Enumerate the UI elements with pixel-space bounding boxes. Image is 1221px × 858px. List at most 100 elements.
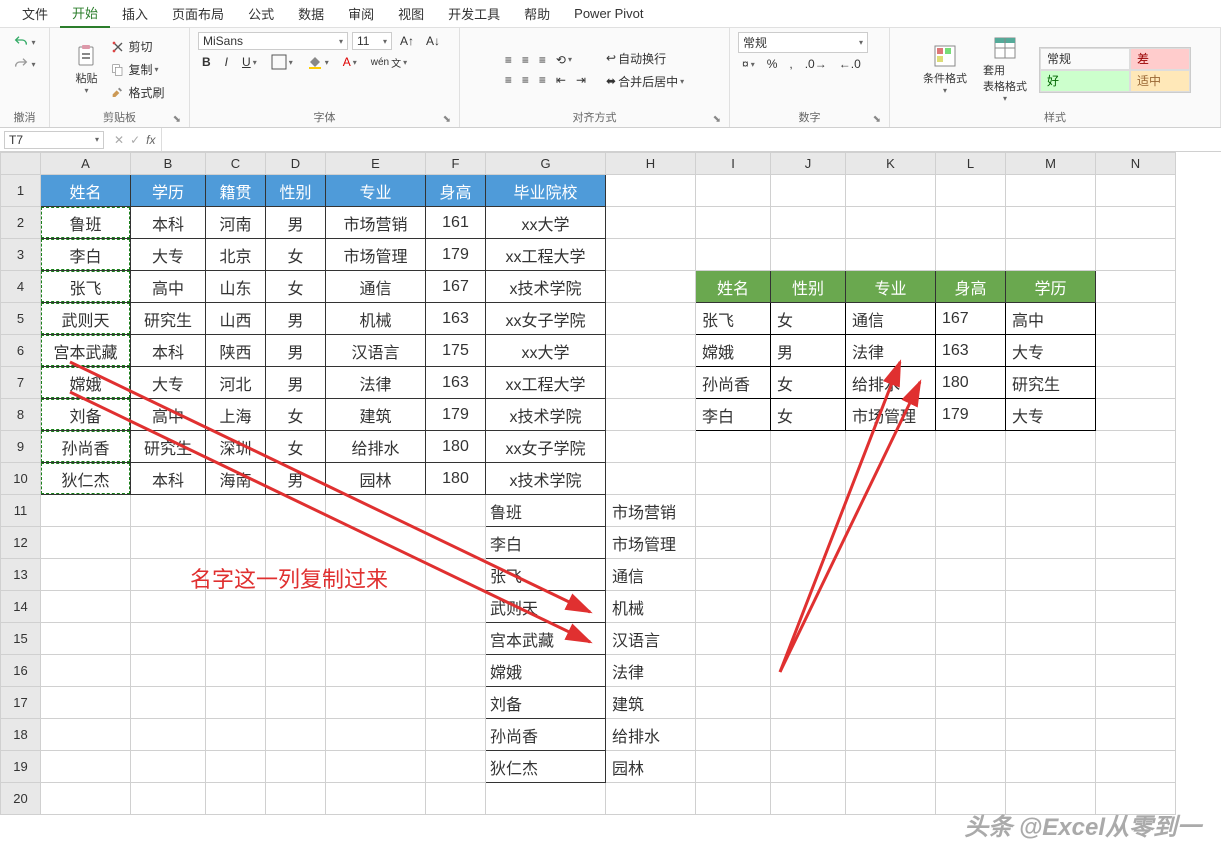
wrap-text-button[interactable]: ↩自动换行 bbox=[602, 48, 688, 69]
cell-L15[interactable] bbox=[936, 623, 1006, 655]
cell-D15[interactable] bbox=[266, 623, 326, 655]
style-good[interactable]: 好 bbox=[1040, 70, 1130, 92]
cell-G19[interactable]: 狄仁杰 bbox=[486, 751, 606, 783]
align-left-button[interactable]: ≡ bbox=[501, 71, 516, 89]
cell-C10[interactable]: 海南 bbox=[206, 463, 266, 495]
cell-N11[interactable] bbox=[1096, 495, 1176, 527]
style-normal[interactable]: 常规 bbox=[1040, 48, 1130, 70]
col-head-D[interactable]: D bbox=[266, 153, 326, 175]
cell-F14[interactable] bbox=[426, 591, 486, 623]
cell-D18[interactable] bbox=[266, 719, 326, 751]
select-all-corner[interactable] bbox=[1, 153, 41, 175]
cell-M2[interactable] bbox=[1006, 207, 1096, 239]
cell-G20[interactable] bbox=[486, 783, 606, 815]
cell-I10[interactable] bbox=[696, 463, 771, 495]
cell-L12[interactable] bbox=[936, 527, 1006, 559]
cell-M9[interactable] bbox=[1006, 431, 1096, 463]
cell-B20[interactable] bbox=[131, 783, 206, 815]
cell-M1[interactable] bbox=[1006, 175, 1096, 207]
cell-I4[interactable]: 姓名 bbox=[696, 271, 771, 303]
cell-D11[interactable] bbox=[266, 495, 326, 527]
cell-M12[interactable] bbox=[1006, 527, 1096, 559]
cell-K19[interactable] bbox=[846, 751, 936, 783]
cell-H1[interactable] bbox=[606, 175, 696, 207]
cell-F8[interactable]: 179 bbox=[426, 399, 486, 431]
cell-A20[interactable] bbox=[41, 783, 131, 815]
cell-J5[interactable]: 女 bbox=[771, 303, 846, 335]
cell-C17[interactable] bbox=[206, 687, 266, 719]
cell-A8[interactable]: 刘备 bbox=[41, 399, 131, 431]
cell-N13[interactable] bbox=[1096, 559, 1176, 591]
col-head-H[interactable]: H bbox=[606, 153, 696, 175]
row-head-20[interactable]: 20 bbox=[1, 783, 41, 815]
cell-L6[interactable]: 163 bbox=[936, 335, 1006, 367]
worksheet-grid[interactable]: ABCDEFGHIJKLMN1姓名学历籍贯性别专业身高毕业院校2鲁班本科河南男市… bbox=[0, 152, 1221, 852]
paste-button[interactable]: 粘贴▾ bbox=[70, 40, 102, 99]
cell-I15[interactable] bbox=[696, 623, 771, 655]
cell-H15[interactable]: 汉语言 bbox=[606, 623, 696, 655]
row-head-6[interactable]: 6 bbox=[1, 335, 41, 367]
cell-D4[interactable]: 女 bbox=[266, 271, 326, 303]
cell-F1[interactable]: 身高 bbox=[426, 175, 486, 207]
cell-A12[interactable] bbox=[41, 527, 131, 559]
cell-N8[interactable] bbox=[1096, 399, 1176, 431]
cell-F2[interactable]: 161 bbox=[426, 207, 486, 239]
cell-L8[interactable]: 179 bbox=[936, 399, 1006, 431]
cell-F9[interactable]: 180 bbox=[426, 431, 486, 463]
cell-D3[interactable]: 女 bbox=[266, 239, 326, 271]
cell-C16[interactable] bbox=[206, 655, 266, 687]
tab-layout[interactable]: 页面布局 bbox=[160, 0, 236, 27]
cell-H10[interactable] bbox=[606, 463, 696, 495]
decrease-font-button[interactable]: A↓ bbox=[422, 32, 444, 50]
cell-I2[interactable] bbox=[696, 207, 771, 239]
col-head-N[interactable]: N bbox=[1096, 153, 1176, 175]
cell-H20[interactable] bbox=[606, 783, 696, 815]
cell-K9[interactable] bbox=[846, 431, 936, 463]
cell-L13[interactable] bbox=[936, 559, 1006, 591]
cell-H6[interactable] bbox=[606, 335, 696, 367]
cell-C14[interactable] bbox=[206, 591, 266, 623]
copy-button[interactable]: 复制▾ bbox=[106, 59, 168, 80]
cell-N7[interactable] bbox=[1096, 367, 1176, 399]
cell-J8[interactable]: 女 bbox=[771, 399, 846, 431]
number-format-combo[interactable]: 常规▾ bbox=[738, 32, 868, 53]
col-head-C[interactable]: C bbox=[206, 153, 266, 175]
cell-H9[interactable] bbox=[606, 431, 696, 463]
cell-N12[interactable] bbox=[1096, 527, 1176, 559]
cell-B15[interactable] bbox=[131, 623, 206, 655]
cell-G6[interactable]: xx大学 bbox=[486, 335, 606, 367]
cell-C15[interactable] bbox=[206, 623, 266, 655]
cell-L9[interactable] bbox=[936, 431, 1006, 463]
cell-K18[interactable] bbox=[846, 719, 936, 751]
cell-H2[interactable] bbox=[606, 207, 696, 239]
align-right-button[interactable]: ≡ bbox=[535, 71, 550, 89]
row-head-4[interactable]: 4 bbox=[1, 271, 41, 303]
cell-B17[interactable] bbox=[131, 687, 206, 719]
cell-C9[interactable]: 深圳 bbox=[206, 431, 266, 463]
cell-H8[interactable] bbox=[606, 399, 696, 431]
cell-styles-gallery[interactable]: 常规 差 好 适中 bbox=[1039, 47, 1191, 93]
formula-input[interactable] bbox=[161, 128, 1221, 151]
cell-G9[interactable]: xx女子学院 bbox=[486, 431, 606, 463]
cell-E17[interactable] bbox=[326, 687, 426, 719]
name-box[interactable]: T7▾ bbox=[4, 131, 104, 149]
cell-M18[interactable] bbox=[1006, 719, 1096, 751]
align-bottom-button[interactable]: ≡ bbox=[535, 51, 550, 69]
cell-L7[interactable]: 180 bbox=[936, 367, 1006, 399]
align-center-button[interactable]: ≡ bbox=[518, 71, 533, 89]
cell-F10[interactable]: 180 bbox=[426, 463, 486, 495]
cell-L19[interactable] bbox=[936, 751, 1006, 783]
cell-D10[interactable]: 男 bbox=[266, 463, 326, 495]
underline-button[interactable]: U▾ bbox=[238, 53, 261, 71]
row-head-15[interactable]: 15 bbox=[1, 623, 41, 655]
cell-J20[interactable] bbox=[771, 783, 846, 815]
cell-I18[interactable] bbox=[696, 719, 771, 751]
tab-home[interactable]: 开始 bbox=[60, 0, 110, 28]
cell-B4[interactable]: 高中 bbox=[131, 271, 206, 303]
cell-M8[interactable]: 大专 bbox=[1006, 399, 1096, 431]
cell-J12[interactable] bbox=[771, 527, 846, 559]
cell-D7[interactable]: 男 bbox=[266, 367, 326, 399]
cell-J4[interactable]: 性别 bbox=[771, 271, 846, 303]
cell-C5[interactable]: 山西 bbox=[206, 303, 266, 335]
cell-D2[interactable]: 男 bbox=[266, 207, 326, 239]
